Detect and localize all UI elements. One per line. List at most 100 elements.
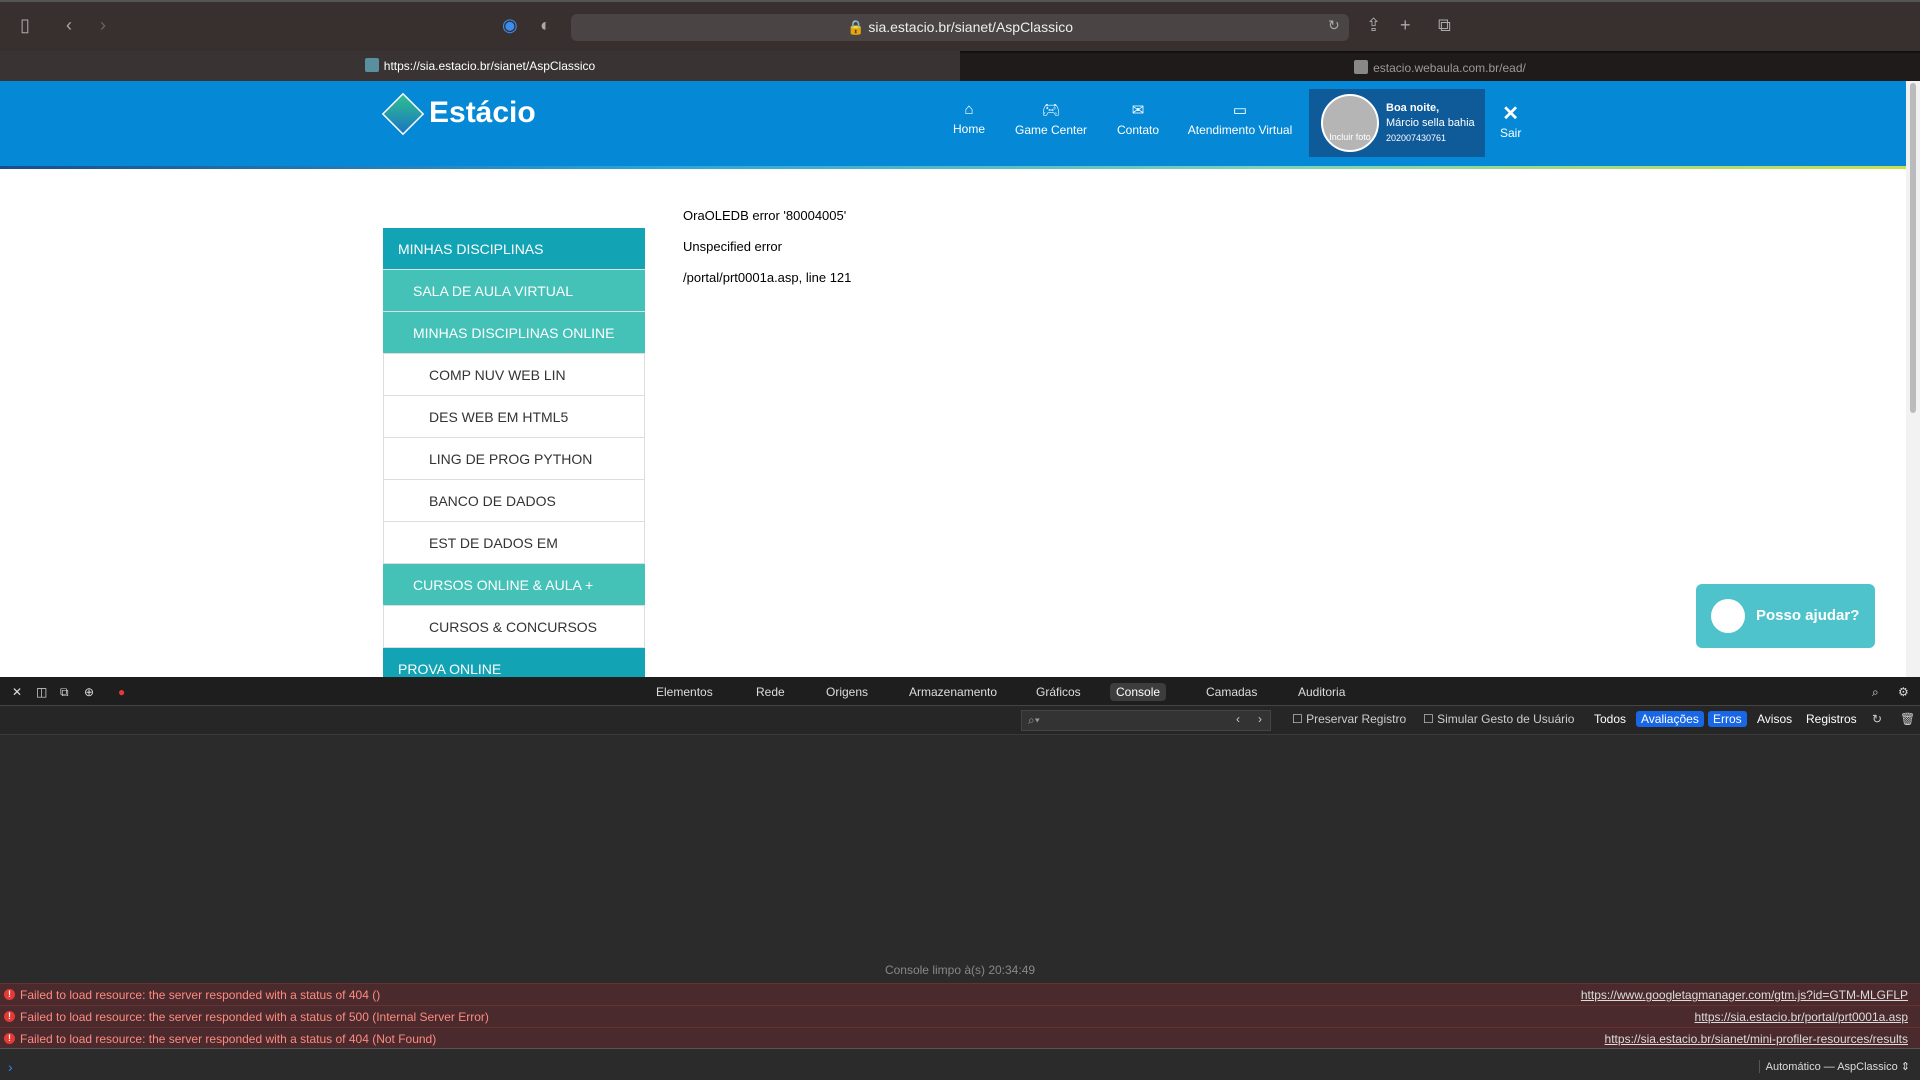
- error-source-link[interactable]: https://sia.estacio.br/portal/prt0001a.a…: [1695, 1006, 1908, 1028]
- user-name: Márcio sella bahia: [1386, 117, 1475, 129]
- user-info: Boa noite, Márcio sella bahia 2020074307…: [1386, 101, 1475, 146]
- filter-logs[interactable]: Registros: [1806, 712, 1857, 726]
- console-error-row: ! Failed to load resource: the server res…: [0, 1005, 1920, 1027]
- chat-label: Posso ajudar?: [1756, 607, 1860, 624]
- tab-sia[interactable]: https://sia.estacio.br/sianet/AspClassic…: [0, 51, 960, 81]
- trash-icon[interactable]: 🗑︎: [1900, 712, 1915, 726]
- error-indicator-icon[interactable]: ●: [112, 683, 131, 701]
- tab-bar: https://sia.estacio.br/sianet/AspClassic…: [0, 51, 1920, 81]
- nav-label: Contato: [1116, 123, 1160, 137]
- sidebar-item-banco-dados[interactable]: BANCO DE DADOS: [383, 480, 645, 522]
- avatar[interactable]: Incluir foto: [1321, 94, 1379, 152]
- sidebar-item-comp-nuv[interactable]: COMP NUV WEB LIN: [383, 354, 645, 396]
- checkbox-label: Simular Gesto de Usuário: [1437, 712, 1575, 726]
- new-tab-icon[interactable]: +: [1400, 15, 1411, 36]
- error-message: OraOLEDB error '80004005' Unspecified er…: [683, 200, 851, 293]
- error-line: /portal/prt0001a.asp, line 121: [683, 270, 852, 285]
- close-icon: ✕: [1502, 103, 1520, 125]
- nav-atendimento-virtual[interactable]: ▭ Atendimento Virtual: [1188, 101, 1293, 137]
- favicon-icon: [1354, 60, 1369, 74]
- search-icon[interactable]: ⌕: [1866, 683, 1885, 702]
- error-line: Unspecified error: [683, 239, 782, 254]
- tab-graficos[interactable]: Gráficos: [1030, 683, 1087, 701]
- context-label: Automático — AspClassico: [1765, 1061, 1898, 1073]
- console-cleared-message: Console limpo à(s) 20:34:49: [884, 963, 1036, 977]
- back-icon[interactable]: ‹: [66, 15, 72, 36]
- filter-evaluations[interactable]: Avaliações: [1636, 711, 1704, 727]
- error-line: OraOLEDB error '80004005': [683, 208, 847, 223]
- address-bar[interactable]: 🔒 sia.estacio.br/sianet/AspClassico: [571, 14, 1349, 41]
- sidebar-item-python[interactable]: LING DE PROG PYTHON: [383, 438, 645, 480]
- devtools-panel: ✕ ◫ ⧉ ⊕ ● Elementos Rede Origens Armazen…: [0, 677, 1920, 1080]
- dock-icon[interactable]: ◫: [30, 683, 53, 701]
- greeting: Boa noite,: [1386, 102, 1440, 114]
- simulate-gesture-checkbox[interactable]: ☐ Simular Gesto de Usuário: [1423, 712, 1574, 726]
- nav-label: Game Center: [1014, 123, 1088, 137]
- filter-errors[interactable]: Erros: [1708, 711, 1747, 727]
- nav-contato[interactable]: ✉ Contato: [1117, 101, 1159, 137]
- tab-armazenamento[interactable]: Armazenamento: [903, 683, 1003, 701]
- logo-text: Estácio: [429, 95, 536, 129]
- console-prompt[interactable]: ›: [8, 1059, 13, 1075]
- filter-all[interactable]: Todos: [1594, 712, 1626, 726]
- tab-origens[interactable]: Origens: [820, 683, 874, 701]
- estacio-logo[interactable]: Estácio: [381, 92, 536, 136]
- reload-icon[interactable]: ↻: [1328, 17, 1340, 34]
- console-filter-input[interactable]: ⌕▾: [1021, 710, 1271, 731]
- tabs-overview-icon[interactable]: ⧉: [1438, 15, 1451, 36]
- refresh-icon[interactable]: ↻: [1872, 712, 1882, 726]
- nav-label: Atendimento Virtual: [1187, 123, 1293, 137]
- error-icon: !: [4, 1033, 15, 1044]
- url-text: sia.estacio.br/sianet/AspClassico: [868, 19, 1073, 35]
- preserve-log-checkbox[interactable]: ☐ Preservar Registro: [1292, 712, 1406, 726]
- mail-icon: ✉: [1131, 102, 1145, 119]
- sidebar-item-cursos-online[interactable]: CURSOS ONLINE & AULA +: [383, 564, 645, 606]
- undock-icon[interactable]: ⧉: [54, 683, 75, 702]
- browser-toolbar: ▯ ‹ › ◉ ◐ 🔒 sia.estacio.br/sianet/AspCla…: [0, 0, 1920, 51]
- tab-rede[interactable]: Rede: [750, 683, 791, 701]
- tab-webaula[interactable]: estacio.webaula.com.br/ead/: [960, 51, 1920, 81]
- nav-label: Home: [952, 122, 986, 136]
- filter-warnings[interactable]: Avisos: [1757, 712, 1792, 726]
- sidebar-menu: MINHAS DISCIPLINAS SALA DE AULA VIRTUAL …: [383, 228, 645, 690]
- sidebar-item-est-dados[interactable]: EST DE DADOS EM: [383, 522, 645, 564]
- tab-console[interactable]: Console: [1110, 683, 1167, 701]
- sidebar-item-des-web[interactable]: DES WEB EM HTML5: [383, 396, 645, 438]
- sidebar-toggle-icon[interactable]: ▯: [20, 15, 30, 36]
- header-gradient-line: [0, 166, 1906, 169]
- error-source-link[interactable]: https://www.googletagmanager.com/gtm.js?…: [1581, 984, 1908, 1006]
- error-source-link[interactable]: https://sia.estacio.br/sianet/mini-profi…: [1605, 1028, 1908, 1050]
- nav-home[interactable]: ⌂ Home: [953, 101, 985, 136]
- tab-label: estacio.webaula.com.br/ead/: [1373, 61, 1526, 75]
- next-icon[interactable]: ›: [1258, 712, 1262, 726]
- error-text: Failed to load resource: the server resp…: [20, 1010, 489, 1024]
- sidebar-item-cursos-concursos[interactable]: CURSOS & CONCURSOS: [383, 606, 645, 648]
- user-box: Incluir foto Boa noite, Márcio sella bah…: [1309, 89, 1485, 157]
- error-icon: !: [4, 989, 15, 1000]
- user-id: 202007430761: [1386, 133, 1447, 143]
- logout-button[interactable]: ✕ Sair: [1500, 101, 1521, 140]
- forward-icon[interactable]: ›: [100, 15, 106, 36]
- close-devtools-icon[interactable]: ✕: [6, 683, 28, 701]
- page-scrollbar[interactable]: [1906, 81, 1920, 677]
- error-icon: !: [4, 1011, 15, 1022]
- nav-game-center[interactable]: 🎮︎ Game Center: [1015, 101, 1087, 137]
- shield-icon[interactable]: ◐: [540, 15, 551, 36]
- extension-icon[interactable]: ◉: [502, 15, 518, 36]
- execution-context-select[interactable]: Automático — AspClassico ⇕: [1758, 1060, 1910, 1073]
- devtools-tabbar: ✕ ◫ ⧉ ⊕ ● Elementos Rede Origens Armazen…: [0, 677, 1920, 706]
- help-chat-button[interactable]: Posso ajudar?: [1696, 584, 1875, 648]
- logout-label: Sair: [1500, 126, 1522, 140]
- gear-icon[interactable]: ⚙: [1892, 683, 1915, 701]
- sidebar-item-disciplinas-online[interactable]: MINHAS DISCIPLINAS ONLINE: [383, 312, 645, 354]
- tab-camadas[interactable]: Camadas: [1200, 683, 1263, 701]
- share-icon[interactable]: ⇪: [1366, 15, 1381, 36]
- tab-auditoria[interactable]: Auditoria: [1292, 683, 1351, 701]
- sidebar-item-sala-de-aula-virtual[interactable]: SALA DE AULA VIRTUAL: [383, 270, 645, 312]
- sidebar-item-minhas-disciplinas[interactable]: MINHAS DISCIPLINAS: [383, 228, 645, 270]
- scrollbar-thumb[interactable]: [1910, 83, 1916, 413]
- prev-icon[interactable]: ‹: [1236, 712, 1240, 726]
- console-error-row: ! Failed to load resource: the server res…: [0, 983, 1920, 1005]
- tab-elementos[interactable]: Elementos: [650, 683, 719, 701]
- inspect-icon[interactable]: ⊕: [78, 683, 100, 701]
